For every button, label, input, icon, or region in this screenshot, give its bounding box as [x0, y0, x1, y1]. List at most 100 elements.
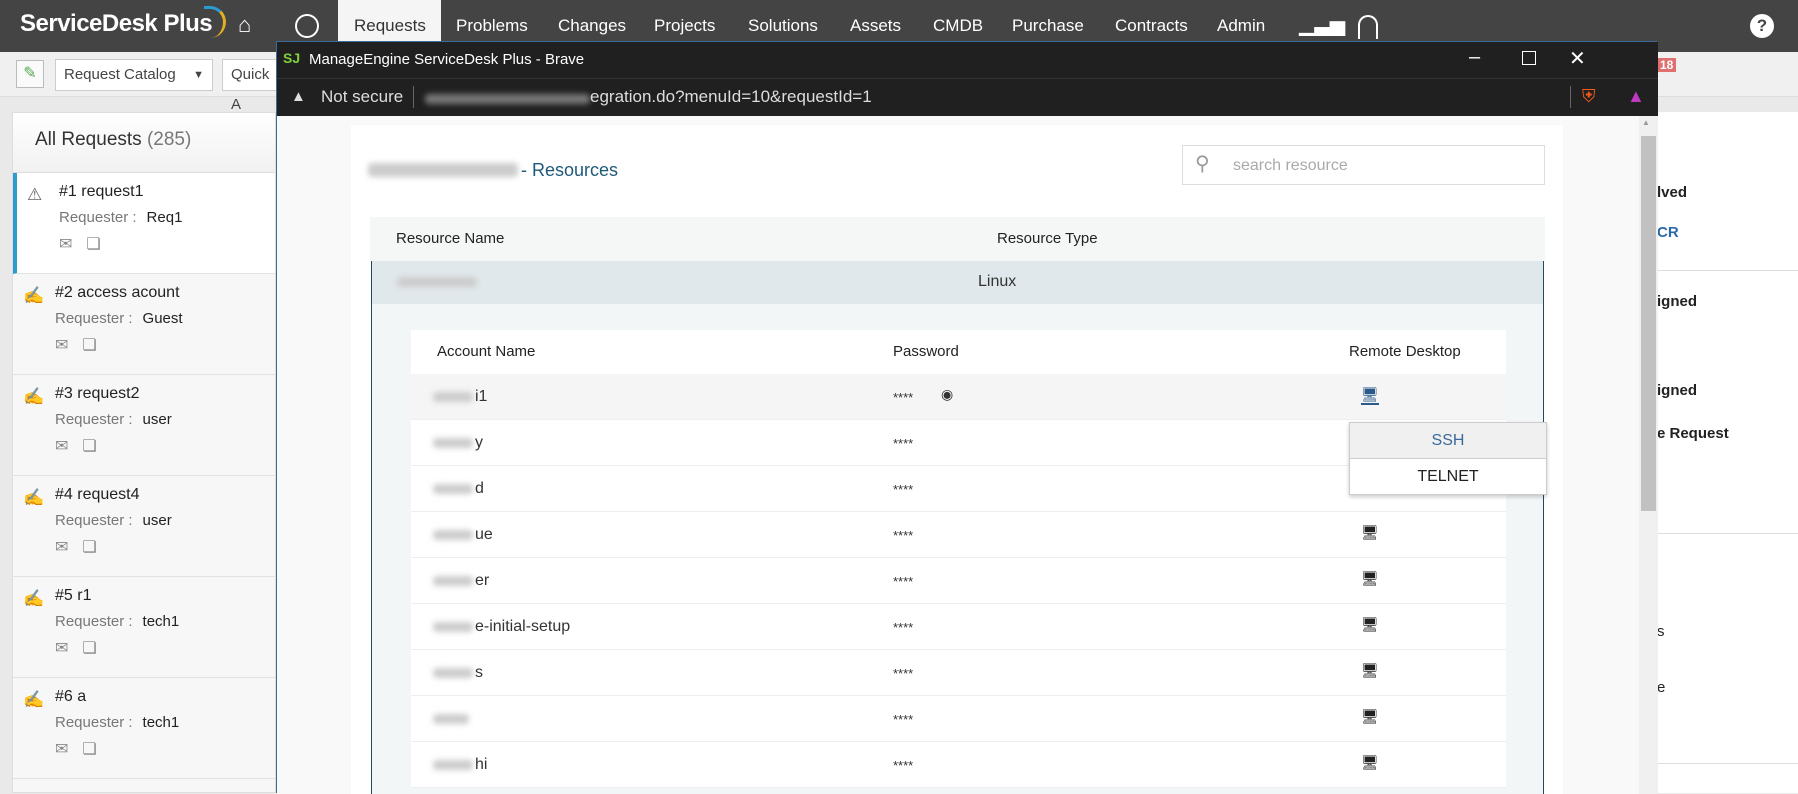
remote-desktop-icon[interactable]: 🖥	[1361, 754, 1379, 771]
remote-desktop-icon[interactable]: 🖥	[1361, 708, 1379, 725]
col-resource-name[interactable]: Resource Name	[396, 230, 504, 247]
status-value: lved	[1657, 184, 1688, 201]
request-details-panel: lved CR igned igned e Request s e	[1657, 112, 1798, 793]
brave-shield-icon[interactable]: ⛨	[1582, 86, 1596, 107]
assigned-value: igned	[1657, 293, 1697, 310]
popup-content: - Resources ⚲ search resource Resource N…	[277, 116, 1639, 794]
mail-icon[interactable]: ✉	[55, 438, 82, 455]
new-request-icon[interactable]: ✎	[16, 60, 44, 88]
vertical-scrollbar[interactable]: ▲	[1639, 116, 1658, 794]
col-remote-desktop[interactable]: Remote Desktop	[1349, 343, 1461, 360]
list-item[interactable]: ✍ #4 request4 Requester : user ✉❏	[13, 476, 275, 577]
reports-icon[interactable]: ▁▃▅	[1299, 12, 1345, 37]
logo-text: ServiceDesk Plus	[20, 10, 213, 37]
request-title[interactable]: #2 access acount	[55, 284, 275, 302]
scrollbar-thumb[interactable]	[1641, 136, 1656, 511]
assigned-value-2: igned	[1657, 382, 1697, 399]
request-title[interactable]: #5 r1	[55, 587, 275, 605]
request-catalog-dropdown[interactable]: Request Catalog ▼	[55, 59, 213, 91]
address-bar[interactable]: ▲ Not secure egration.do?menuId=10&reque…	[277, 78, 1658, 116]
account-row[interactable]: e-initial-setup **** 🖥	[411, 604, 1506, 650]
account-row[interactable]: **** 🖥	[411, 696, 1506, 742]
search-icon: ⚲	[1195, 153, 1210, 175]
account-name: er	[475, 572, 490, 589]
page-title: - Resources	[521, 160, 619, 180]
close-button[interactable]: ✕	[1569, 46, 1586, 71]
add-note-icon[interactable]: ❏	[82, 640, 110, 657]
blurred-resource-name	[397, 277, 477, 287]
menu-item-telnet[interactable]: TELNET	[1350, 459, 1546, 494]
minimize-button[interactable]: –	[1469, 46, 1480, 69]
not-secure-label[interactable]: Not secure	[321, 87, 403, 107]
window-title-bar[interactable]: SJ ManageEngine ServiceDesk Plus - Brave…	[277, 42, 1658, 78]
maximize-button[interactable]	[1522, 51, 1536, 65]
remote-desktop-icon[interactable]: 🖥	[1361, 616, 1379, 633]
list-item[interactable]: ✍ #2 access acount Requester : Guest ✉❏	[13, 274, 275, 375]
requester-label: Requester :	[55, 512, 133, 529]
account-row[interactable]: hi **** 🖥	[411, 742, 1506, 788]
blurred-product-name	[368, 163, 518, 177]
account-row[interactable]: y **** 🖥	[411, 420, 1506, 466]
search-resource-input[interactable]: ⚲ search resource	[1182, 145, 1545, 185]
account-row[interactable]: s **** 🖥	[411, 650, 1506, 696]
password-mask: ****	[893, 528, 914, 543]
mail-icon[interactable]: ✉	[55, 539, 82, 556]
password-mask: ****	[893, 666, 914, 681]
accounts-table: Account Name Password Remote Desktop i1 …	[411, 330, 1506, 788]
add-note-icon[interactable]: ❏	[82, 539, 110, 556]
request-title[interactable]: #3 request2	[55, 385, 275, 403]
col-account-name[interactable]: Account Name	[437, 343, 535, 360]
blurred-account-prefix	[433, 484, 473, 494]
resource-type: Linux	[978, 273, 1017, 290]
request-title[interactable]: #6 a	[55, 688, 275, 706]
details-link[interactable]: CR	[1657, 224, 1679, 241]
browser-popup-window: SJ ManageEngine ServiceDesk Plus - Brave…	[276, 41, 1658, 794]
remote-desktop-icon[interactable]: 🖥	[1361, 570, 1379, 587]
add-note-icon[interactable]: ❏	[82, 438, 110, 455]
request-list: All Requests (285) ⚠ #1 request1 Request…	[12, 112, 276, 793]
dashboard-icon[interactable]	[295, 14, 319, 38]
account-row[interactable]: i1 **** ◉ 🖥	[411, 374, 1506, 420]
headset-icon[interactable]	[1358, 15, 1378, 39]
request-hand-icon: ✍	[23, 690, 45, 709]
brave-rewards-icon[interactable]: ▲	[1627, 86, 1645, 107]
col-resource-type[interactable]: Resource Type	[997, 230, 1098, 247]
notification-badge[interactable]: 18	[1657, 58, 1677, 72]
remote-desktop-icon[interactable]: 🖥	[1361, 524, 1379, 541]
account-row[interactable]: d **** 🖥	[411, 466, 1506, 512]
help-icon[interactable]: ?	[1750, 14, 1774, 38]
list-header[interactable]: All Requests (285)	[13, 113, 275, 173]
add-note-icon[interactable]: ❏	[86, 236, 114, 253]
warning-icon: ⚠	[27, 185, 43, 204]
add-note-icon[interactable]: ❏	[82, 337, 110, 354]
request-title[interactable]: #1 request1	[59, 183, 275, 201]
resource-row[interactable]: Linux	[372, 261, 1543, 304]
logo[interactable]: ServiceDesk Plus	[20, 6, 227, 38]
mail-icon[interactable]: ✉	[59, 236, 86, 253]
list-item[interactable]: ⚠ #1 request1 Requester : Req1 ✉❏	[13, 173, 275, 274]
col-password[interactable]: Password	[893, 343, 959, 360]
request-title[interactable]: #4 request4	[55, 486, 275, 504]
list-item[interactable]: ✍ #5 r1 Requester : tech1 ✉❏	[13, 577, 275, 678]
list-item[interactable]: ✍ #3 request2 Requester : user ✉❏	[13, 375, 275, 476]
remote-desktop-icon[interactable]: 🖥	[1361, 386, 1379, 405]
url-text[interactable]: egration.do?menuId=10&requestId=1	[590, 87, 872, 107]
add-note-icon[interactable]: ❏	[82, 741, 110, 758]
quick-actions-dropdown[interactable]: Quick A	[222, 59, 282, 113]
requester-value: tech1	[142, 714, 180, 731]
resource-table-header: Resource Name Resource Type	[370, 217, 1545, 261]
home-icon[interactable]: ⌂	[238, 12, 251, 38]
scroll-up-icon[interactable]: ▲	[1642, 118, 1650, 127]
account-row[interactable]: er **** 🖥	[411, 558, 1506, 604]
remote-desktop-icon[interactable]: 🖥	[1361, 662, 1379, 679]
show-password-eye-icon[interactable]: ◉	[941, 386, 953, 403]
list-item[interactable]: ✍ #6 a Requester : tech1 ✉❏	[13, 678, 275, 779]
blurred-account-prefix	[433, 392, 473, 402]
menu-item-ssh[interactable]: SSH	[1350, 423, 1546, 459]
mail-icon[interactable]: ✉	[55, 741, 82, 758]
list-title: All Requests	[35, 129, 142, 150]
password-mask: ****	[893, 758, 914, 773]
mail-icon[interactable]: ✉	[55, 337, 82, 354]
mail-icon[interactable]: ✉	[55, 640, 82, 657]
account-row[interactable]: ue **** 🖥	[411, 512, 1506, 558]
